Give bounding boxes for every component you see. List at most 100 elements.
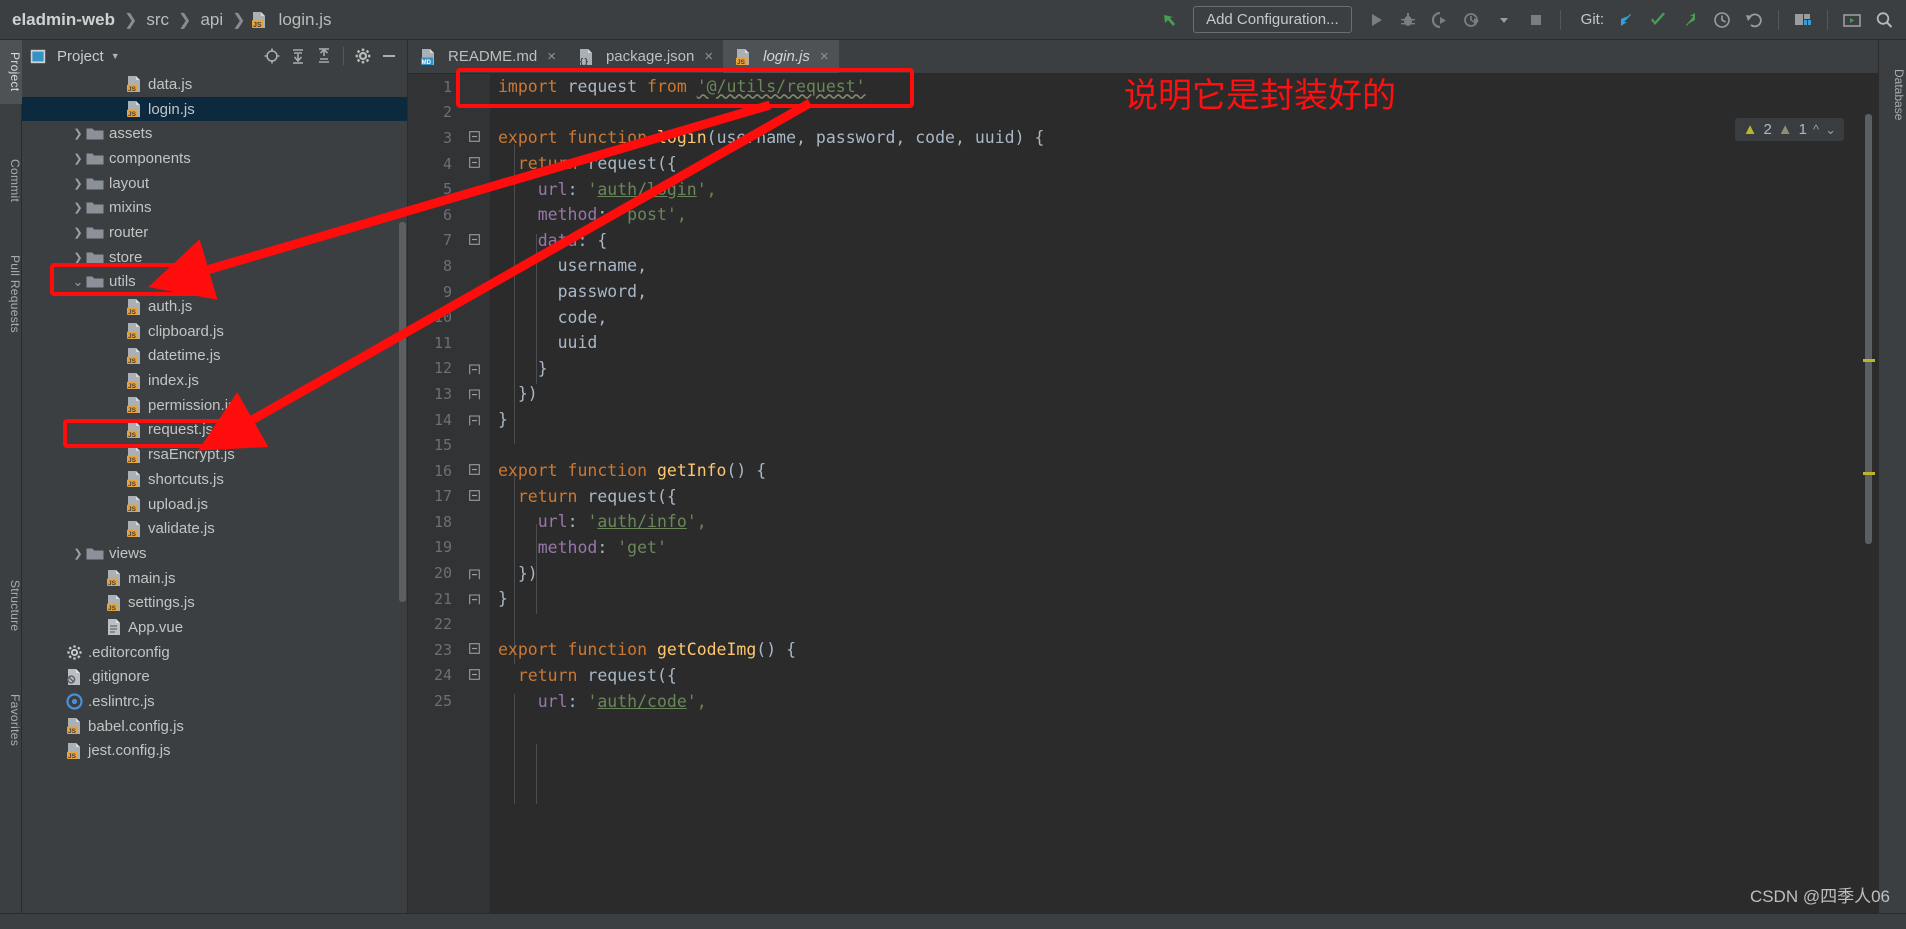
- code-fold-toggle-icon[interactable]: [458, 669, 490, 682]
- svg-text:JS: JS: [128, 432, 137, 439]
- chevron-right-icon[interactable]: ❯: [70, 251, 86, 264]
- run-play-icon[interactable]: [1362, 6, 1390, 34]
- settings-gear-icon[interactable]: [351, 44, 375, 68]
- tree-row[interactable]: ❯ store: [22, 245, 407, 270]
- tree-row[interactable]: JS auth.js: [22, 294, 407, 319]
- tree-row[interactable]: App.vue: [22, 615, 407, 640]
- chevron-down-icon[interactable]: ⌄: [1825, 122, 1836, 138]
- code-fold-toggle-icon[interactable]: [458, 592, 490, 605]
- update-project-blue-arrow-icon[interactable]: [1612, 6, 1640, 34]
- close-icon[interactable]: ×: [820, 48, 829, 65]
- sidebar-tab-project[interactable]: Project: [0, 40, 22, 104]
- code-line-text: export function login(username, password…: [498, 128, 1045, 148]
- inspections-widget[interactable]: ▲ 2 ▲ 1 ^ ⌄: [1734, 118, 1844, 141]
- history-clock-icon[interactable]: [1708, 6, 1736, 34]
- chevron-right-icon[interactable]: ❯: [70, 177, 86, 190]
- code-fold-toggle-icon[interactable]: [458, 489, 490, 503]
- add-configuration-button[interactable]: Add Configuration...: [1193, 6, 1352, 33]
- js-file-icon: JS: [106, 569, 123, 587]
- tree-row[interactable]: JS main.js: [22, 566, 407, 591]
- ide-window: eladmin-web ❯ src ❯ api ❯ JS login.js Ad…: [0, 0, 1906, 929]
- editor-tab[interactable]: JS login.js ×: [723, 40, 839, 73]
- tree-row[interactable]: JS upload.js: [22, 492, 407, 517]
- tree-row[interactable]: JS request.js: [22, 418, 407, 443]
- sidebar-tab-pull-requests[interactable]: Pull Requests: [0, 240, 22, 348]
- select-opened-file-icon[interactable]: [260, 44, 284, 68]
- collapse-all-icon[interactable]: [312, 44, 336, 68]
- search-magnifier-icon[interactable]: [1870, 6, 1898, 34]
- chevron-right-icon[interactable]: ❯: [70, 226, 86, 239]
- tree-row[interactable]: JS babel.config.js: [22, 714, 407, 739]
- push-green-arrow-icon[interactable]: [1676, 6, 1704, 34]
- chevron-down-icon[interactable]: [1490, 6, 1518, 34]
- breadcrumb-item-src[interactable]: src: [142, 10, 173, 30]
- chevron-right-icon[interactable]: ❯: [70, 201, 86, 214]
- tree-row[interactable]: .editorconfig: [22, 640, 407, 665]
- code-editor[interactable]: 1 import request from '@/utils/request' 2 3…: [408, 74, 1878, 929]
- terminal-screen-icon[interactable]: [1838, 6, 1866, 34]
- tree-row[interactable]: .eslintrc.js: [22, 689, 407, 714]
- chevron-down-icon[interactable]: ⌄: [70, 274, 86, 290]
- sidebar-tab-commit[interactable]: Commit: [0, 150, 22, 212]
- editor-scrollbar[interactable]: [1865, 114, 1872, 544]
- chevron-right-icon[interactable]: ❯: [70, 547, 86, 560]
- tree-row[interactable]: ❯ assets: [22, 121, 407, 146]
- code-fold-toggle-icon[interactable]: [458, 131, 490, 144]
- code-fold-toggle-icon[interactable]: [458, 387, 490, 400]
- stop-square-icon[interactable]: [1522, 6, 1550, 34]
- breadcrumb-item-file[interactable]: login.js: [275, 10, 336, 30]
- tree-row[interactable]: JS clipboard.js: [22, 319, 407, 344]
- tree-row[interactable]: JS login.js: [22, 96, 407, 122]
- tree-row[interactable]: .gitignore: [22, 665, 407, 690]
- code-fold-toggle-icon[interactable]: [458, 464, 490, 477]
- close-icon[interactable]: ×: [704, 48, 713, 65]
- code-fold-toggle-icon[interactable]: [458, 643, 490, 656]
- editor-tab[interactable]: {} package.json ×: [566, 40, 723, 73]
- close-icon[interactable]: ×: [547, 48, 556, 65]
- code-fold-toggle-icon[interactable]: [458, 234, 490, 247]
- commit-green-check-icon[interactable]: [1644, 6, 1672, 34]
- tree-row[interactable]: ❯ mixins: [22, 195, 407, 220]
- tree-row[interactable]: ❯ layout: [22, 171, 407, 196]
- tree-row[interactable]: JS rsaEncrypt.js: [22, 442, 407, 467]
- line-number: 10: [433, 308, 452, 327]
- code-fold-toggle-icon[interactable]: [458, 362, 490, 375]
- tree-row[interactable]: JS shortcuts.js: [22, 467, 407, 492]
- tree-row[interactable]: JS index.js: [22, 368, 407, 393]
- sidebar-tab-favorites[interactable]: Favorites: [0, 680, 22, 760]
- chevron-down-icon[interactable]: ▼: [111, 51, 120, 61]
- expand-all-icon[interactable]: [286, 44, 310, 68]
- rollback-undo-icon[interactable]: [1740, 6, 1768, 34]
- tree-row[interactable]: ⌄ utils: [22, 270, 407, 295]
- tree-row[interactable]: ❯ views: [22, 541, 407, 566]
- sidebar-tab-database[interactable]: Database: [1878, 50, 1906, 140]
- tree-row[interactable]: ❯ components: [22, 146, 407, 171]
- tree-row[interactable]: JS validate.js: [22, 516, 407, 541]
- tree-row[interactable]: JS datetime.js: [22, 344, 407, 369]
- warning-marker[interactable]: [1863, 472, 1875, 475]
- layout-windows-icon[interactable]: [1789, 6, 1817, 34]
- project-file-tree[interactable]: JS data.js JS login.js ❯ assets ❯ components ❯ l…: [22, 72, 407, 929]
- breadcrumb-item-api[interactable]: api: [196, 10, 227, 30]
- editor-tab[interactable]: MD README.md ×: [408, 40, 566, 73]
- tree-row[interactable]: ❯ router: [22, 220, 407, 245]
- code-fold-toggle-icon[interactable]: [458, 567, 490, 580]
- code-fold-toggle-icon[interactable]: [458, 413, 490, 426]
- code-fold-toggle-icon[interactable]: [458, 157, 490, 170]
- tree-row[interactable]: JS settings.js: [22, 590, 407, 615]
- tree-row[interactable]: JS jest.config.js: [22, 739, 407, 764]
- breadcrumb-item-project[interactable]: eladmin-web: [8, 10, 119, 30]
- tree-row[interactable]: JS data.js: [22, 72, 407, 97]
- green-arrow-up-left-icon[interactable]: [1155, 6, 1183, 34]
- sidebar-tab-structure[interactable]: Structure: [0, 568, 22, 644]
- hide-panel-icon[interactable]: [377, 44, 401, 68]
- profiler-icon[interactable]: [1458, 6, 1486, 34]
- chevron-right-icon[interactable]: ❯: [70, 127, 86, 140]
- tree-row[interactable]: JS permission.js: [22, 393, 407, 418]
- debug-bug-icon[interactable]: [1394, 6, 1422, 34]
- chevron-up-icon[interactable]: ^: [1813, 122, 1819, 137]
- chevron-right-icon[interactable]: ❯: [70, 152, 86, 165]
- warning-marker[interactable]: [1863, 359, 1875, 362]
- run-with-coverage-icon[interactable]: [1426, 6, 1454, 34]
